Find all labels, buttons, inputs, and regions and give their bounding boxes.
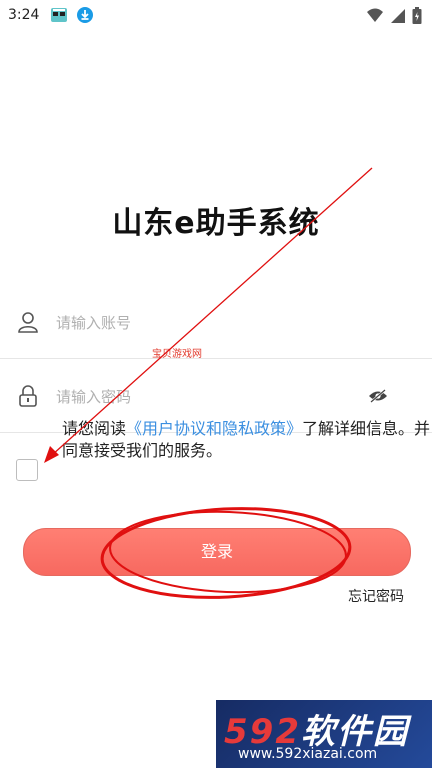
- status-bar: 3:24: [0, 0, 432, 32]
- account-field-row: [0, 288, 432, 359]
- login-button[interactable]: 登录: [23, 528, 411, 576]
- game-notification-icon: [50, 6, 68, 28]
- status-time: 3:24: [8, 7, 40, 23]
- watermark-corner-url: www.592xiazai.com: [238, 746, 378, 762]
- agreement-link[interactable]: 《用户协议和隐私政策》: [126, 419, 302, 438]
- agreement-prefix: 请您阅读: [62, 419, 127, 438]
- app-title: 山东e助手系统: [112, 206, 320, 241]
- wifi-icon: [366, 8, 384, 28]
- password-visibility-icon[interactable]: [368, 388, 388, 408]
- battery-icon: [412, 7, 422, 29]
- forgot-password-link[interactable]: 忘记密码: [348, 586, 404, 606]
- user-icon: [16, 310, 40, 338]
- password-input[interactable]: [54, 380, 348, 414]
- agreement-text: 请您阅读《用户协议和隐私政策》了解详细信息。并同意接受我们的服务。: [62, 418, 432, 462]
- status-icons: [366, 7, 422, 29]
- annotation-arrow-head: [44, 446, 59, 463]
- agreement-checkbox[interactable]: [16, 459, 38, 481]
- watermark-small: 宝贝游戏网: [152, 349, 202, 360]
- account-input[interactable]: [54, 306, 358, 340]
- signal-icon: [390, 8, 406, 28]
- watermark-corner: 592软件园 www.592xiazai.com: [216, 700, 432, 768]
- download-icon: [76, 6, 94, 28]
- lock-icon: [16, 384, 40, 412]
